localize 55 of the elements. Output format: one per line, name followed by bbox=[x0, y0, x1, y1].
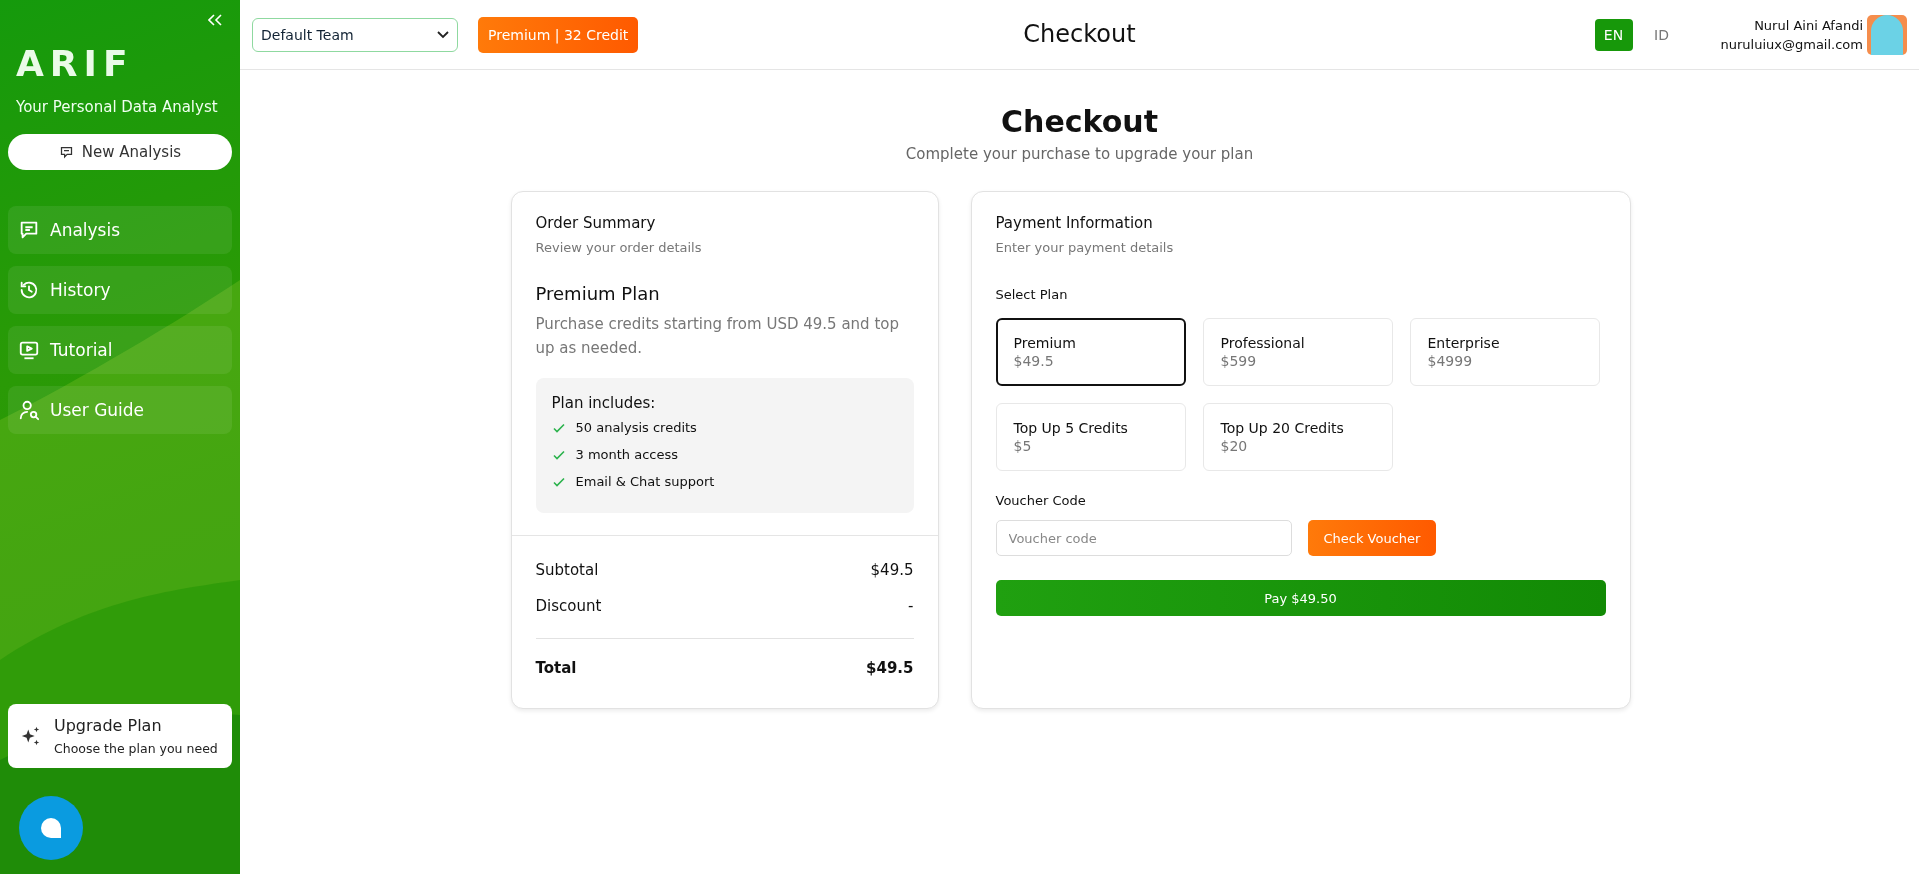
plan-option[interactable]: Enterprise $4999 bbox=[1409, 318, 1600, 386]
user-search-icon bbox=[18, 399, 40, 421]
card-subtitle: Review your order details bbox=[535, 240, 703, 255]
upgrade-title: Upgrade Plan bbox=[54, 716, 163, 735]
language-tab[interactable]: ID bbox=[1642, 18, 1681, 51]
history-icon bbox=[18, 279, 40, 301]
pay-button[interactable]: Pay $49.50 bbox=[995, 580, 1606, 616]
include-item: 3 month access bbox=[575, 447, 679, 462]
team-dropdown[interactable]: Default Team bbox=[252, 17, 458, 52]
nav-item[interactable]: User Guide bbox=[8, 386, 232, 434]
page-subtitle: Complete your purchase to upgrade your plan bbox=[905, 145, 1254, 163]
include-item: 50 analysis credits bbox=[575, 420, 697, 435]
plan-option[interactable]: Premium $49.5 bbox=[995, 318, 1186, 386]
new-analysis-button[interactable]: New Analysis bbox=[8, 134, 232, 170]
chat-icon bbox=[18, 219, 40, 241]
check-voucher-button[interactable]: Check Voucher bbox=[1307, 520, 1437, 556]
header-title: Checkout bbox=[1023, 20, 1136, 48]
include-item: Email & Chat support bbox=[575, 474, 715, 489]
plan-description: Purchase credits starting from USD 49.5 and top up as needed. bbox=[535, 314, 900, 359]
card-subtitle: Enter your payment details bbox=[995, 240, 1175, 255]
field-label: Voucher Code bbox=[995, 493, 1087, 508]
total-value: $49.5 bbox=[866, 659, 914, 677]
plan-name: Premium Plan bbox=[535, 283, 661, 304]
video-icon bbox=[18, 339, 40, 361]
field-label: Select Plan bbox=[995, 287, 1069, 302]
user-email: nuruluiux@gmail.com bbox=[1720, 35, 1863, 54]
new-chat-icon bbox=[58, 144, 74, 160]
card-title: Order Summary bbox=[535, 214, 657, 232]
voucher-input-field[interactable]: Voucher code bbox=[995, 520, 1292, 556]
plan-option[interactable]: Top Up 5 Credits $5 bbox=[995, 403, 1186, 471]
summary-value: - bbox=[908, 597, 914, 615]
summary-value: $49.5 bbox=[870, 561, 914, 579]
upgrade-plan-card[interactable]: Upgrade Plan Choose the plan you need bbox=[8, 704, 232, 768]
plan-option[interactable]: Professional $599 bbox=[1202, 318, 1393, 386]
language-tab[interactable]: EN bbox=[1594, 18, 1633, 51]
chevron-down-icon bbox=[437, 30, 449, 39]
sparkle-icon bbox=[20, 725, 42, 747]
plan-option[interactable]: Top Up 20 Credits $20 bbox=[1202, 403, 1393, 471]
total-label: Total bbox=[535, 659, 577, 677]
collapse-icon[interactable] bbox=[208, 14, 222, 26]
upgrade-subtitle: Choose the plan you need bbox=[54, 741, 218, 756]
chat-bubble-icon bbox=[39, 816, 63, 840]
page-title: Checkout bbox=[1001, 104, 1158, 139]
plan-badge[interactable]: Premium | 32 Credit bbox=[478, 16, 639, 53]
includes-title: Plan includes: bbox=[551, 394, 657, 412]
nav-item[interactable]: Tutorial bbox=[8, 326, 232, 374]
card-title: Payment Information bbox=[995, 214, 1154, 232]
avatar-icon[interactable] bbox=[1867, 14, 1907, 55]
tagline: Your Personal Data Analyst bbox=[16, 98, 219, 116]
logo: ARIF bbox=[16, 46, 135, 82]
user-name: Nurul Aini Afandi bbox=[1753, 16, 1863, 35]
nav-item[interactable]: Analysis bbox=[8, 206, 232, 254]
summary-label: Subtotal bbox=[535, 561, 599, 579]
nav-item[interactable]: History bbox=[8, 266, 232, 314]
summary-label: Discount bbox=[535, 597, 602, 615]
